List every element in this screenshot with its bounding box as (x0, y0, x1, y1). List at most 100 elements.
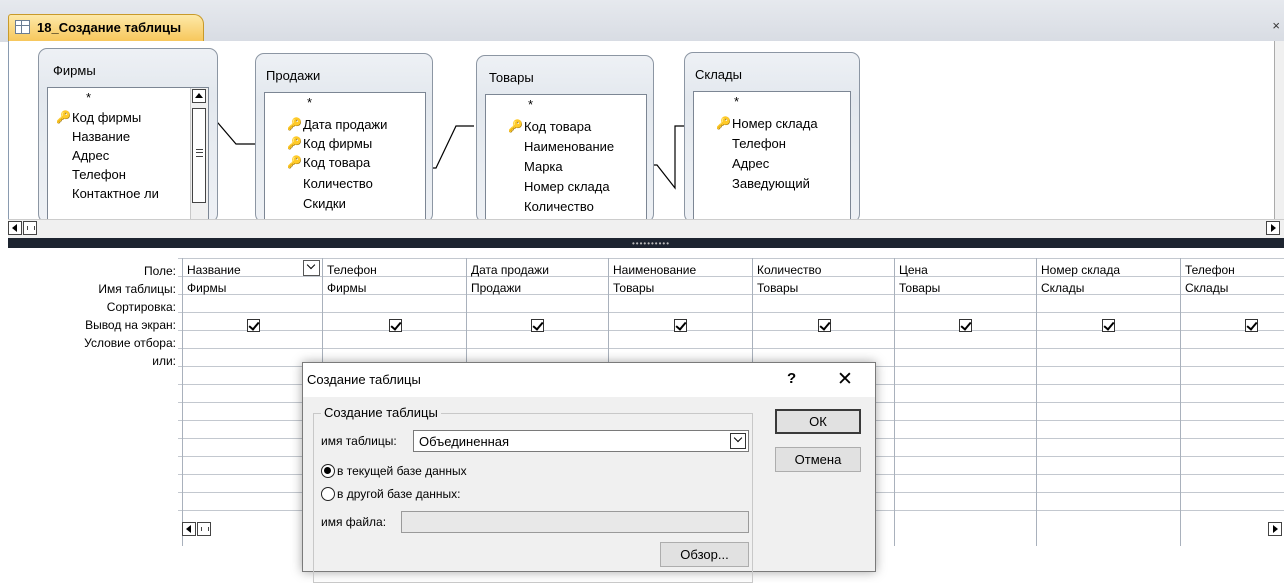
table-warehouses[interactable]: Склады * 🔑 Номер склада Телефон Адрес Зав… (684, 52, 860, 227)
radio-other-db-label[interactable]: в другой базе данных: (337, 487, 460, 501)
show-checkbox[interactable] (674, 319, 687, 332)
grid-field-cell[interactable]: Наименование (613, 263, 696, 277)
field-item[interactable]: Название (72, 129, 130, 144)
field-item[interactable]: * (528, 97, 533, 112)
grid-table-cell[interactable]: Фирмы (327, 281, 366, 295)
row-label-or: или: (152, 354, 176, 368)
diagram-horizontal-scrollbar[interactable] (8, 219, 1284, 238)
field-item[interactable]: Телефон (72, 167, 126, 182)
grid-field-cell[interactable]: Телефон (1185, 263, 1235, 277)
field-list-scrollbar[interactable] (190, 88, 208, 226)
field-list: * 🔑 Код фирмы Название Адрес Телефон Конт… (47, 87, 209, 227)
grid-field-cell[interactable]: Название (187, 263, 241, 277)
field-item[interactable]: Телефон (732, 136, 786, 151)
table-sales[interactable]: Продажи * 🔑 Дата продажи 🔑 Код фирмы 🔑 Код … (255, 53, 433, 227)
scroll-up-icon[interactable] (192, 89, 206, 103)
show-checkbox[interactable] (959, 319, 972, 332)
scroll-left-icon[interactable] (182, 522, 196, 536)
dialog-title: Создание таблицы (307, 372, 421, 387)
scroll-thumb[interactable] (197, 522, 211, 536)
row-label-criteria: Условие отбора: (84, 336, 176, 350)
field-item[interactable]: Заведующий (732, 176, 810, 191)
field-item[interactable]: Количество (524, 199, 594, 214)
field-item[interactable]: 🔑 Номер склада (716, 116, 818, 131)
group-title: Создание таблицы (321, 405, 441, 420)
grid-table-cell[interactable]: Товары (757, 281, 798, 295)
file-name-input[interactable] (401, 511, 749, 533)
grid-field-cell[interactable]: Дата продажи (471, 263, 549, 277)
grid-field-cell[interactable]: Номер склада (1041, 263, 1120, 277)
field-list: * 🔑 Дата продажи 🔑 Код фирмы 🔑 Код товара К… (264, 92, 426, 227)
field-item[interactable]: 🔑 Код фирмы (287, 136, 372, 151)
help-icon[interactable]: ? (787, 370, 796, 387)
pane-splitter[interactable]: •••••••••• (8, 238, 1284, 248)
show-checkbox[interactable] (818, 319, 831, 332)
table-name-value: Объединенная (419, 434, 510, 449)
show-checkbox[interactable] (389, 319, 402, 332)
field-item[interactable]: 🔑 Код товара (508, 119, 591, 134)
field-item[interactable]: Скидки (303, 196, 346, 211)
field-item[interactable]: Марка (524, 159, 563, 174)
primary-key-icon: 🔑 (287, 155, 302, 169)
primary-key-icon: 🔑 (716, 116, 731, 130)
grid-column[interactable]: Номер склада Склады (1036, 258, 1180, 546)
chevron-down-icon[interactable] (303, 260, 320, 276)
dialog-titlebar[interactable]: Создание таблицы ? ✕ (303, 363, 875, 397)
scroll-thumb[interactable] (192, 108, 206, 203)
row-label-table: Имя таблицы: (98, 282, 176, 296)
row-label-show: Вывод на экран: (85, 318, 176, 332)
field-item[interactable]: Адрес (732, 156, 769, 171)
field-item[interactable]: * (307, 95, 312, 110)
show-checkbox[interactable] (1245, 319, 1258, 332)
field-item[interactable]: * (86, 90, 91, 105)
primary-key-icon: 🔑 (287, 136, 302, 150)
file-name-label: имя файла: (321, 515, 387, 529)
field-item[interactable]: 🔑 Дата продажи (287, 117, 387, 132)
field-item[interactable]: 🔑 Код товара (287, 155, 370, 170)
grid-table-cell[interactable]: Склады (1185, 281, 1228, 295)
scroll-thumb[interactable] (23, 221, 37, 235)
radio-current-db-label[interactable]: в текущей базе данных (337, 464, 467, 478)
scroll-left-icon[interactable] (8, 221, 22, 235)
row-label-sort: Сортировка: (106, 300, 176, 314)
field-item[interactable]: Количество (303, 176, 373, 191)
field-item[interactable]: Номер склада (524, 179, 610, 194)
grid-table-cell[interactable]: Продажи (471, 281, 521, 295)
show-checkbox[interactable] (531, 319, 544, 332)
show-checkbox[interactable] (1102, 319, 1115, 332)
table-name-combobox[interactable]: Объединенная (413, 430, 749, 452)
close-icon[interactable]: ✕ (837, 368, 853, 391)
grid-table-cell[interactable]: Товары (613, 281, 654, 295)
table-firms[interactable]: Фирмы * 🔑 Код фирмы Название Адрес Телефо… (38, 48, 218, 227)
field-item[interactable]: Контактное ли (72, 186, 159, 201)
scroll-right-icon[interactable] (1268, 522, 1282, 536)
grid-column[interactable]: Цена Товары (894, 258, 1036, 546)
grid-table-cell[interactable]: Склады (1041, 281, 1084, 295)
cancel-button[interactable]: Отмена (775, 447, 861, 472)
table-title: Склады (695, 67, 742, 82)
make-table-dialog: Создание таблицы ? ✕ Создание таблицы им… (302, 362, 876, 583)
field-item[interactable]: Адрес (72, 148, 109, 163)
table-title: Продажи (266, 68, 321, 83)
radio-other-db[interactable] (321, 487, 335, 501)
grid-table-cell[interactable]: Товары (899, 281, 940, 295)
chevron-down-icon[interactable] (730, 433, 746, 449)
ok-button[interactable]: ОК (775, 409, 861, 434)
table-title: Товары (489, 70, 534, 85)
grid-field-cell[interactable]: Количество (757, 263, 821, 277)
field-item[interactable]: 🔑 Код фирмы (56, 110, 141, 125)
browse-button[interactable]: Обзор... (660, 542, 749, 567)
row-label-field: Поле: (143, 264, 176, 278)
grid-column[interactable]: Название Фирмы (182, 258, 322, 546)
field-item[interactable]: * (734, 94, 739, 109)
grid-table-cell[interactable]: Фирмы (187, 281, 226, 295)
grid-column[interactable]: Телефон Склады (1180, 258, 1284, 546)
grid-field-cell[interactable]: Цена (899, 263, 928, 277)
field-item[interactable]: Наименование (524, 139, 614, 154)
grid-field-cell[interactable]: Телефон (327, 263, 377, 277)
table-goods[interactable]: Товары * 🔑 Код товара Наименование Марка … (476, 55, 654, 227)
scroll-right-icon[interactable] (1266, 221, 1280, 235)
radio-current-db[interactable] (321, 464, 335, 478)
splitter-grip-icon: •••••••••• (632, 239, 671, 248)
show-checkbox[interactable] (247, 319, 260, 332)
